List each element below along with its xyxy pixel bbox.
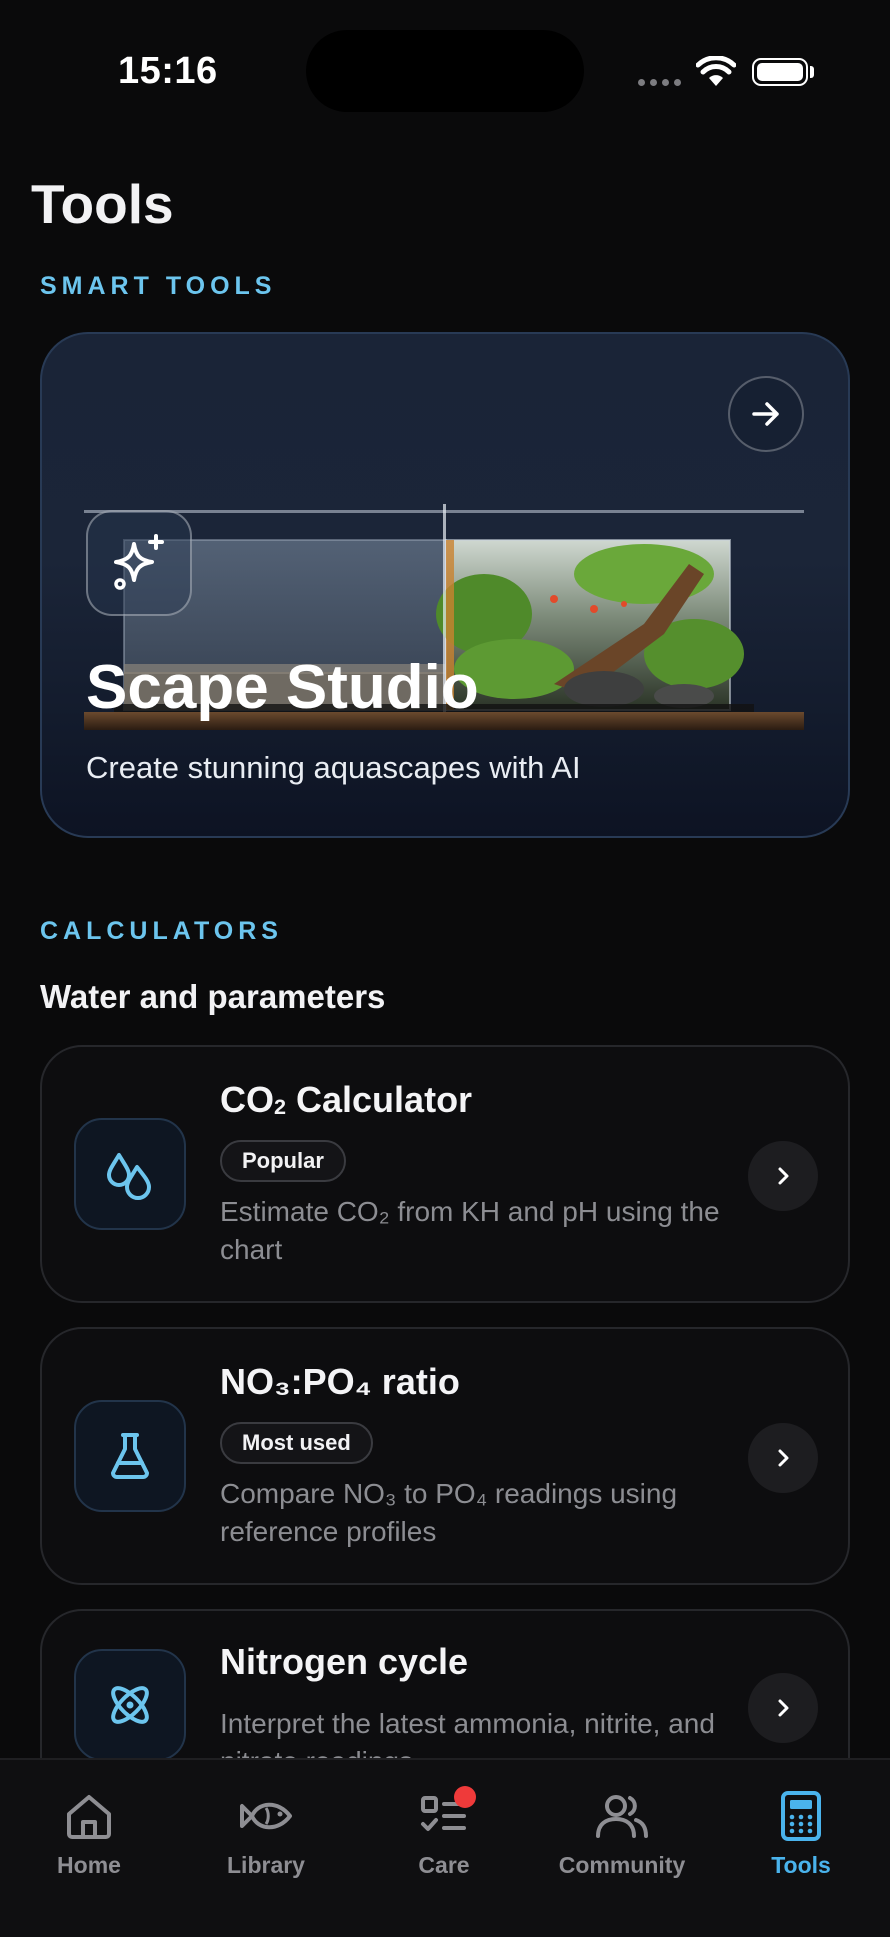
battery-tip bbox=[810, 66, 814, 78]
wifi-icon bbox=[696, 56, 736, 86]
card-title: Nitrogen cycle bbox=[220, 1641, 469, 1682]
hero-title: Scape Studio bbox=[86, 653, 479, 722]
arrow-right-icon[interactable] bbox=[728, 376, 804, 452]
dynamic-island bbox=[306, 30, 584, 112]
chevron-right-icon[interactable] bbox=[748, 1423, 818, 1493]
tab-community[interactable]: Community bbox=[547, 1790, 697, 1879]
card-description: Compare NO₃ to PO₄ readings using refere… bbox=[220, 1478, 678, 1547]
chevron-right-icon[interactable] bbox=[748, 1673, 818, 1743]
tab-home[interactable]: Home bbox=[14, 1790, 164, 1879]
battery-icon bbox=[752, 58, 808, 86]
tab-care[interactable]: Care bbox=[369, 1790, 519, 1879]
drops-icon bbox=[74, 1118, 186, 1230]
atom-icon bbox=[74, 1649, 186, 1761]
people-icon bbox=[596, 1795, 648, 1838]
flask-icon bbox=[74, 1400, 186, 1512]
section-label-smart-tools: SMART TOOLS bbox=[40, 272, 277, 300]
section-label-calculators: CALCULATORS bbox=[40, 917, 283, 945]
fish-icon bbox=[240, 1802, 292, 1830]
tab-tools[interactable]: Tools bbox=[726, 1790, 876, 1879]
tab-label: Community bbox=[558, 1852, 686, 1878]
card-title: CO2 Calculator bbox=[220, 1079, 473, 1120]
tab-library[interactable]: Library bbox=[191, 1790, 341, 1879]
cellular-signal-icon bbox=[638, 79, 681, 86]
group-heading: Water and parameters bbox=[40, 978, 386, 1015]
home-icon bbox=[67, 1795, 111, 1839]
sparkles-icon bbox=[86, 510, 192, 616]
calculator-icon bbox=[781, 1791, 821, 1841]
chevron-right-icon[interactable] bbox=[748, 1141, 818, 1211]
tab-label: Home bbox=[57, 1852, 121, 1878]
scape-studio-card[interactable]: Scape Studio Create stunning aquascapes … bbox=[40, 332, 850, 838]
status-time: 15:16 bbox=[118, 50, 218, 92]
co2-calculator-card[interactable]: CO2 Calculator Popular Estimate CO₂ from… bbox=[40, 1045, 850, 1303]
card-title: NO₃:PO₄ ratio bbox=[220, 1361, 460, 1402]
most-used-badge: Most used bbox=[220, 1422, 373, 1464]
no3-po4-ratio-card[interactable]: NO₃:PO₄ ratio Most used Compare NO₃ to P… bbox=[40, 1327, 850, 1585]
card-description: Estimate CO₂ from KH and pH using the ch… bbox=[220, 1196, 720, 1265]
tab-label: Tools bbox=[771, 1852, 831, 1878]
notification-dot bbox=[454, 1786, 476, 1808]
tab-label: Care bbox=[418, 1852, 470, 1878]
hero-subtitle: Create stunning aquascapes with AI bbox=[86, 750, 581, 785]
tab-label: Library bbox=[227, 1852, 305, 1878]
page-title: Tools bbox=[31, 173, 174, 235]
popular-badge: Popular bbox=[220, 1140, 346, 1182]
